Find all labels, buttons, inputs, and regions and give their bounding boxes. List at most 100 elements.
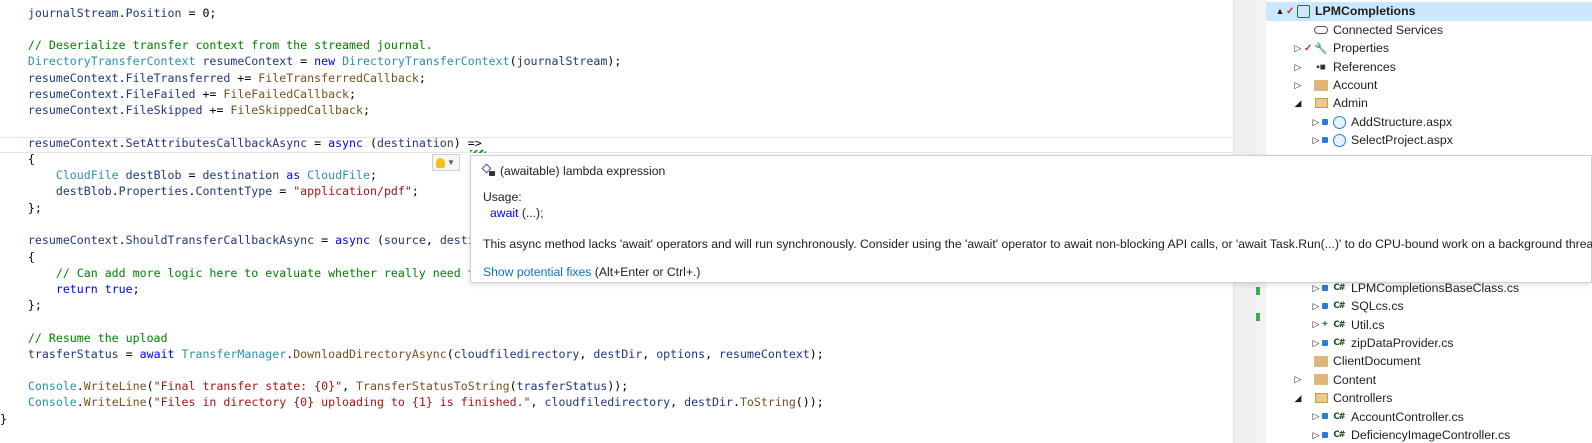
tree-item-zipdataprovider-cs[interactable]: ▷ C# zipDataProvider.cs: [1266, 334, 1592, 353]
expand-arrow-icon[interactable]: ▷: [1310, 430, 1322, 441]
expand-arrow-icon[interactable]: ▷: [1310, 135, 1322, 146]
expand-arrow-icon[interactable]: ▷: [1292, 62, 1304, 73]
code-token: WriteLine: [83, 379, 147, 393]
tree-item-account[interactable]: ▷ Account: [1266, 76, 1592, 95]
tree-item-lpmcompletions[interactable]: ▲ ✓ LPMCompletions: [1266, 2, 1592, 21]
code-token: +=: [202, 103, 231, 117]
code-token: {: [0, 250, 35, 264]
folder-icon: [1313, 78, 1329, 92]
code-token: ;: [362, 103, 370, 117]
lambda-expression-icon: [481, 163, 496, 178]
code-line[interactable]: };: [0, 297, 42, 313]
code-line[interactable]: Console.WriteLine("Files in directory {0…: [0, 394, 824, 410]
expand-arrow-icon[interactable]: ▷: [1310, 338, 1322, 349]
code-line[interactable]: Console.WriteLine("Final transfer state:…: [0, 378, 628, 394]
tree-item-label: Util.cs: [1351, 317, 1385, 332]
expand-arrow-icon[interactable]: ▷: [1310, 411, 1322, 422]
tree-item-controllers[interactable]: ◢ Controllers: [1266, 389, 1592, 408]
change-marker: [1256, 287, 1260, 295]
code-line[interactable]: {: [0, 249, 35, 265]
code-line[interactable]: destBlob.Properties.ContentType = "appli…: [0, 183, 419, 199]
code-line[interactable]: DirectoryTransferContext resumeContext =…: [0, 53, 621, 69]
tooltip-signature: (awaitable) lambda expression: [481, 163, 666, 178]
expand-arrow-icon[interactable]: ▷: [1292, 43, 1304, 54]
tree-item-label: Account: [1333, 78, 1378, 93]
folder-open-icon: [1313, 96, 1329, 110]
show-potential-fixes-link[interactable]: Show potential fixes: [483, 265, 591, 279]
lock-icon: [1322, 301, 1331, 312]
await-keyword: await: [490, 206, 519, 220]
code-token: };: [0, 201, 42, 215]
tree-item-selectproject-aspx[interactable]: ▷ SelectProject.aspx: [1266, 131, 1592, 150]
tree-item-deficiencyimagecontroller-cs[interactable]: ▷ C# DeficiencyImageController.cs: [1266, 426, 1592, 443]
code-token: =: [118, 347, 140, 361]
tree-item-addstructure-aspx[interactable]: ▷ AddStructure.aspx: [1266, 113, 1592, 132]
code-token: resumeContext: [202, 54, 294, 68]
code-line[interactable]: };: [0, 200, 42, 216]
code-token: async: [328, 136, 363, 150]
code-token: await: [139, 347, 175, 361]
change-marker: [1256, 313, 1260, 321]
tree-item-properties[interactable]: ▷ ✓ 🔧 Properties: [1266, 39, 1592, 58]
tree-item-label: Content: [1333, 372, 1377, 387]
web-project-icon: [1295, 4, 1311, 18]
tree-item-connected-services[interactable]: Connected Services: [1266, 21, 1592, 40]
code-line[interactable]: trasferStatus = await TransferManager.Do…: [0, 346, 824, 362]
code-line[interactable]: return true;: [0, 281, 140, 297]
code-line[interactable]: resumeContext.FileSkipped += FileSkipped…: [0, 102, 370, 118]
code-token: FileTransferredCallback: [258, 71, 419, 85]
code-token: .: [118, 87, 126, 101]
tree-item-clientdocument[interactable]: ClientDocument: [1266, 352, 1592, 371]
expand-arrow-icon[interactable]: ▷: [1292, 374, 1304, 385]
tree-item-accountcontroller-cs[interactable]: ▷ C# AccountController.cs: [1266, 407, 1592, 426]
code-token: ContentType: [195, 184, 273, 198]
code-token: (: [446, 347, 454, 361]
collapse-arrow-icon[interactable]: ◢: [1292, 393, 1304, 404]
code-token: cloudfiledirectory: [453, 347, 580, 361]
code-token: WriteLine: [83, 395, 147, 409]
code-line[interactable]: }: [0, 411, 7, 427]
code-token: ,: [642, 347, 657, 361]
code-token: =: [293, 54, 315, 68]
code-line[interactable]: // Resume the upload: [0, 330, 168, 346]
code-line[interactable]: resumeContext.ShouldTransferCallbackAsyn…: [0, 232, 475, 248]
code-token: );: [607, 54, 622, 68]
code-token: .: [118, 6, 126, 20]
code-line[interactable]: resumeContext.FileFailed += FileFailedCa…: [0, 86, 356, 102]
expand-arrow-icon[interactable]: ▷: [1310, 319, 1322, 330]
code-line[interactable]: CloudFile destBlob = destination as Clou…: [0, 167, 377, 183]
tree-item-util-cs[interactable]: ▷ + C# Util.cs: [1266, 315, 1592, 334]
cloud-icon: [1313, 23, 1329, 37]
tree-item-admin[interactable]: ◢ Admin: [1266, 94, 1592, 113]
expand-arrow-icon[interactable]: ▷: [1310, 283, 1322, 294]
quick-actions-lightbulb-button[interactable]: ▼: [432, 154, 460, 171]
web-form-icon: [1331, 133, 1347, 147]
code-line[interactable]: journalStream.Position = 0;: [0, 5, 216, 21]
lock-icon: [1322, 117, 1331, 128]
expand-arrow-icon[interactable]: ▷: [1310, 301, 1322, 312]
code-token: FileSkippedCallback: [230, 103, 363, 117]
signature-text: (awaitable) lambda expression: [500, 164, 666, 178]
code-token: FileFailed: [125, 87, 196, 101]
code-line[interactable]: {: [0, 151, 35, 167]
collapse-arrow-icon[interactable]: ▲: [1274, 6, 1286, 16]
code-line[interactable]: // Deserialize transfer context from the…: [0, 37, 433, 53]
code-line[interactable]: // Can add more logic here to evaluate w…: [0, 265, 475, 281]
tree-item-content[interactable]: ▷ Content: [1266, 371, 1592, 390]
tree-item-sqlcs-cs[interactable]: ▷ C# SQLcs.cs: [1266, 297, 1592, 316]
expand-arrow-icon[interactable]: ▷: [1310, 117, 1322, 128]
fixes-shortcut-hint: (Alt+Enter or Ctrl+.): [591, 265, 701, 279]
code-token: .: [118, 233, 126, 247]
code-line[interactable]: resumeContext.FileTransferred += FileTra…: [0, 70, 426, 86]
code-token: .: [118, 136, 126, 150]
expand-arrow-icon[interactable]: ▷: [1292, 80, 1304, 91]
code-token: resumeContext: [27, 136, 119, 150]
code-token: .: [118, 103, 126, 117]
code-line[interactable]: resumeContext.SetAttributesCallbackAsync…: [0, 135, 482, 151]
code-token: TransferManager: [181, 347, 287, 361]
collapse-arrow-icon[interactable]: ◢: [1292, 98, 1304, 109]
tree-item-references[interactable]: ▷ ▪■ References: [1266, 58, 1592, 77]
